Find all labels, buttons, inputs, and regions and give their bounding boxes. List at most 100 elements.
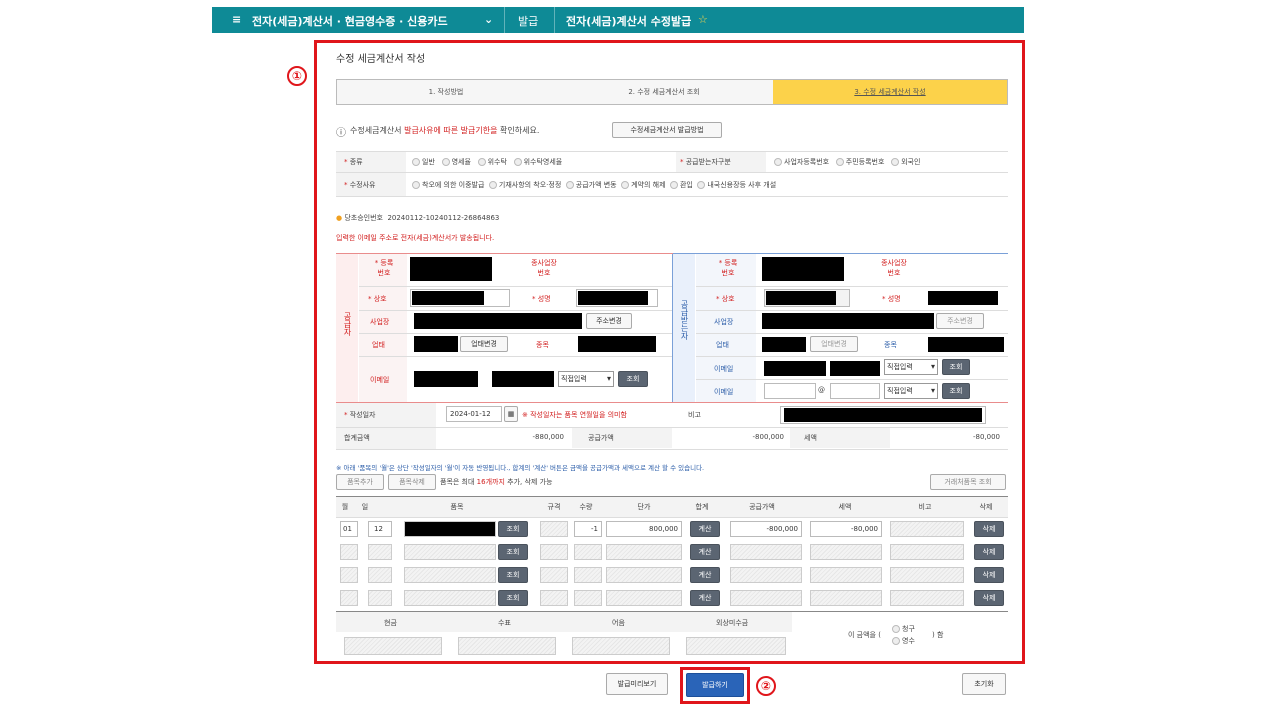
item-day-input[interactable]: 12 [368,521,392,537]
write-date-input[interactable]: 2024-01-12 [446,406,502,422]
divider [672,254,673,402]
receipt-radio[interactable]: 청구 [892,624,915,634]
buyer-addr-change-button[interactable]: 주소변경 [936,313,984,329]
buyer-email2-domain-input[interactable] [830,383,880,399]
redacted-field [928,291,998,305]
item-name-input[interactable] [404,590,496,606]
item-month-input[interactable]: 01 [340,521,358,537]
divider [359,333,672,334]
issue-method-button[interactable]: 수정세금계산서 발급방법 [612,122,722,138]
add-item-button[interactable]: 품목추가 [336,474,384,490]
supplier-addr-change-button[interactable]: 주소변경 [586,313,632,329]
item-supply-input[interactable]: -800,000 [730,521,802,537]
divider [336,427,1008,428]
item-day-input[interactable] [368,544,392,560]
menu-title[interactable]: 전자(세금)계산서 · 현금영수증 · 신용카드 [252,13,448,29]
item-tax-input[interactable] [810,590,882,606]
breadcrumb-issue[interactable]: 발급 [518,13,538,29]
items-notice: ※ 아래 '품목의 '월'은 상단 '작성일자의 '월'이 자동 반영됩니다.,… [336,464,705,472]
item-memo-input[interactable] [890,567,964,583]
payment-check-input[interactable] [458,637,556,655]
claim-radio[interactable]: 영수 [892,636,915,646]
step-indicator: 1. 작성방법 2. 수정 세금계산서 조회 3. 수정 세금계산서 작성 [336,79,1008,105]
buyer-biz-change-button[interactable]: 업태변경 [810,336,858,352]
delete-item-button[interactable]: 품목삭제 [388,474,436,490]
chevron-down-icon[interactable]: ⌄ [484,13,493,26]
buyer-email-label: 이메일 [714,365,734,373]
item-delete-button[interactable]: 삭제 [974,521,1004,537]
item-qty-input[interactable] [574,590,602,606]
buyer-addr-label: 사업장 [714,318,734,326]
item-lookup-button[interactable]: 조회 [498,521,528,537]
calendar-icon[interactable]: ▦ [504,406,518,422]
buyer-biz-type-label: 업태 [716,341,729,349]
item-calc-button[interactable]: 계산 [690,567,720,583]
preview-button[interactable]: 발급미리보기 [606,673,668,695]
item-qty-input[interactable]: -1 [574,521,602,537]
item-memo-input[interactable] [890,590,964,606]
item-calc-button[interactable]: 계산 [690,590,720,606]
type-options[interactable]: 일반 영세율 위수탁 위수탁영세율 [412,157,562,167]
items-header-cell: 품목 [450,503,464,511]
item-day-input[interactable] [368,567,392,583]
item-delete-button[interactable]: 삭제 [974,590,1004,606]
items-header-cell: 공급가액 [749,503,775,511]
item-month-input[interactable] [340,567,358,583]
buyer-type-options[interactable]: 사업자등록번호 주민등록번호 외국인 [774,157,920,167]
notice-text: 수정세금계산서 발급사유에 따른 발급기한을 확인하세요. [350,125,539,136]
notice-suffix: 확인하세요. [500,126,540,135]
supplier-section-label: 공급자 [343,312,352,336]
item-lookup-button[interactable]: 조회 [498,567,528,583]
item-month-input[interactable] [340,544,358,560]
item-price-input[interactable] [606,567,682,583]
menu-icon[interactable]: ≡ [232,13,241,26]
item-name-input[interactable] [404,544,496,560]
divider [336,196,1008,197]
item-tax-input[interactable] [810,544,882,560]
favorite-star-icon[interactable]: ☆ [698,13,708,26]
item-spec-input[interactable] [540,544,568,560]
item-tax-input[interactable]: -80,000 [810,521,882,537]
item-supply-input[interactable] [730,567,802,583]
issue-button[interactable]: 발급하기 [686,673,744,697]
item-lookup-button[interactable]: 조회 [498,590,528,606]
reason-options[interactable]: 착오에 의한 이중발급 기재사항의 착오·정정 공급가액 변동 계약의 해제 환… [412,180,776,190]
buyer-email-select[interactable]: 직접입력 [884,359,938,375]
supplier-email-select[interactable]: 직접입력 [558,371,614,387]
item-spec-input[interactable] [540,521,568,537]
item-day-input[interactable] [368,590,392,606]
item-qty-input[interactable] [574,567,602,583]
item-qty-input[interactable] [574,544,602,560]
supplier-biz-change-button[interactable]: 업태변경 [460,336,508,352]
payment-note-input[interactable] [572,637,670,655]
redacted-field [414,336,458,352]
supplier-email-lookup-button[interactable]: 조회 [618,371,648,387]
item-memo-input[interactable] [890,521,964,537]
item-delete-button[interactable]: 삭제 [974,567,1004,583]
buyer-email-lookup-button[interactable]: 조회 [942,359,970,375]
item-spec-input[interactable] [540,590,568,606]
buyer-email2-id-input[interactable] [764,383,816,399]
item-supply-input[interactable] [730,590,802,606]
buyer-email2-select[interactable]: 직접입력 [884,383,938,399]
item-price-input[interactable] [606,590,682,606]
item-month-input[interactable] [340,590,358,606]
payment-cash-input[interactable] [344,637,442,655]
item-calc-button[interactable]: 계산 [690,521,720,537]
item-price-input[interactable] [606,544,682,560]
item-delete-button[interactable]: 삭제 [974,544,1004,560]
reset-button[interactable]: 초기화 [962,673,1006,695]
item-memo-input[interactable] [890,544,964,560]
item-calc-button[interactable]: 계산 [690,544,720,560]
divider [359,356,672,357]
item-name-input[interactable] [404,567,496,583]
trade-item-lookup-button[interactable]: 거래처품목 조회 [930,474,1006,490]
item-spec-input[interactable] [540,567,568,583]
divider [696,310,1008,311]
item-tax-input[interactable] [810,567,882,583]
item-supply-input[interactable] [730,544,802,560]
buyer-email2-lookup-button[interactable]: 조회 [942,383,970,399]
item-price-input[interactable]: 800,000 [606,521,682,537]
payment-credit-input[interactable] [686,637,786,655]
item-lookup-button[interactable]: 조회 [498,544,528,560]
